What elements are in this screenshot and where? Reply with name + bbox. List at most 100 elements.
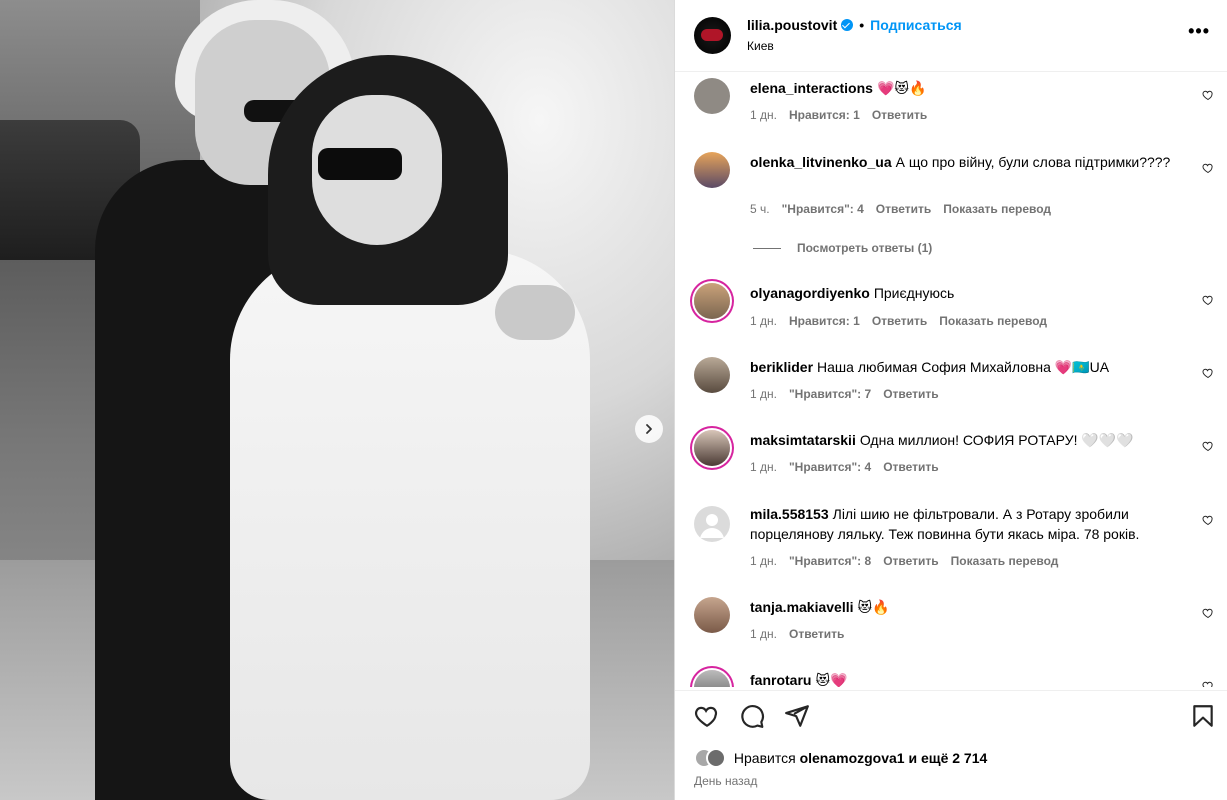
- like-icon[interactable]: [1202, 89, 1214, 101]
- save-icon[interactable]: [1190, 703, 1216, 729]
- post-photo: [0, 0, 674, 800]
- comment-text: Одна миллион! СОФИЯ РОТАРУ! 🤍🤍🤍: [859, 432, 1134, 448]
- author-username[interactable]: lilia.poustovit: [747, 17, 837, 33]
- reply-button[interactable]: Ответить: [883, 460, 938, 474]
- comment-time: 1 дн.: [750, 108, 777, 122]
- avatar[interactable]: [694, 597, 730, 633]
- reply-button[interactable]: Ответить: [883, 387, 938, 401]
- author-line: lilia.poustovit • Подписаться: [747, 17, 962, 33]
- comment-time: 5 ч.: [750, 202, 770, 216]
- post-side-panel: lilia.poustovit • Подписаться Киев ••• ele…: [674, 0, 1227, 800]
- translate-button[interactable]: Показать перевод: [943, 202, 1051, 216]
- comment-meta: 1 дн. "Нравится": 4 Ответить: [750, 460, 951, 474]
- comment-text-line: fanrotaru 😻💗: [750, 670, 1180, 687]
- translate-button[interactable]: Показать перевод: [939, 314, 1047, 328]
- avatar[interactable]: [694, 430, 730, 466]
- comment-text: 😻🔥: [857, 599, 890, 615]
- comment-text: 💗😻🔥: [876, 80, 927, 96]
- photo-arm: [495, 285, 575, 340]
- avatar[interactable]: [694, 78, 730, 114]
- comment-meta: 1 дн. Нравится: 1 Ответить Показать перевод: [750, 314, 1059, 328]
- like-icon[interactable]: [1202, 514, 1214, 526]
- comment-username[interactable]: olyanagordiyenko: [750, 285, 870, 301]
- reply-button[interactable]: Ответить: [789, 627, 844, 641]
- like-icon[interactable]: [1202, 440, 1214, 452]
- like-icon[interactable]: [1202, 607, 1214, 619]
- subscribe-button[interactable]: Подписаться: [870, 17, 962, 33]
- separator-dot: •: [859, 17, 865, 33]
- comment-likes[interactable]: "Нравится": 8: [789, 554, 871, 568]
- comment-time: 1 дн.: [750, 460, 777, 474]
- like-icon[interactable]: [694, 703, 720, 729]
- post-date: День назад: [694, 774, 758, 788]
- more-options-button[interactable]: •••: [1188, 22, 1210, 40]
- comment-likes[interactable]: Нравится: 1: [789, 108, 860, 122]
- comment-likes[interactable]: Нравится: 1: [789, 314, 860, 328]
- comment-meta: 1 дн. "Нравится": 8 Ответить Показать перев…: [750, 554, 1070, 568]
- comment-username[interactable]: elena_interactions: [750, 80, 873, 96]
- next-arrow-icon: [646, 424, 652, 434]
- view-replies-button[interactable]: Посмотреть ответы (1): [753, 241, 932, 255]
- comment-text: Приєднуюсь: [873, 285, 955, 301]
- likes-count[interactable]: и ещё 2 714: [908, 750, 987, 766]
- comment-text: 😻💗: [815, 672, 848, 687]
- comment-likes[interactable]: "Нравится": 4: [789, 460, 871, 474]
- likes-text: Нравится olenamozgova1 и ещё 2 714: [734, 750, 987, 766]
- likes-summary: Нравится olenamozgova1 и ещё 2 714: [694, 748, 987, 770]
- photo-sunglasses-right: [318, 148, 402, 180]
- comment-text-line: mila.558153 Лілі шию не фільтровали. А з …: [750, 504, 1180, 544]
- comment-text-line: olyanagordiyenko Приєднуюсь: [750, 283, 1180, 303]
- comment-username[interactable]: maksimtatarskii: [750, 432, 856, 448]
- post-location[interactable]: Киев: [747, 39, 774, 53]
- comment-username[interactable]: mila.558153: [750, 506, 829, 522]
- author-avatar[interactable]: [694, 17, 731, 54]
- comment-meta: 1 дн. Нравится: 1 Ответить: [750, 108, 939, 122]
- post-actions-bar: [675, 690, 1227, 740]
- comments-list[interactable]: elena_interactions 💗😻🔥 1 дн. Нравится: 1 От…: [675, 73, 1227, 687]
- comment-username[interactable]: olenka_litvinenko_ua: [750, 154, 892, 170]
- avatar[interactable]: [694, 283, 730, 319]
- reply-button[interactable]: Ответить: [872, 108, 927, 122]
- like-icon[interactable]: [1202, 294, 1214, 306]
- likes-prefix: Нравится: [733, 750, 796, 766]
- avatar[interactable]: [694, 152, 730, 188]
- comment-icon[interactable]: [739, 703, 765, 729]
- view-replies-label: Посмотреть ответы (1): [797, 241, 933, 255]
- translate-button[interactable]: Показать перевод: [951, 554, 1059, 568]
- comment-meta: 5 ч. "Нравится": 4 Ответить Показать перево…: [750, 202, 1063, 216]
- comment-text-line: olenka_litvinenko_ua А що про війну, були…: [750, 152, 1180, 172]
- reply-button[interactable]: Ответить: [876, 202, 931, 216]
- avatar[interactable]: [694, 506, 730, 542]
- comment-time: 1 дн.: [750, 387, 777, 401]
- comment-username[interactable]: tanja.makiavelli: [750, 599, 854, 615]
- comment-text-line: elena_interactions 💗😻🔥: [750, 78, 1180, 98]
- comment-likes[interactable]: "Нравится": 7: [789, 387, 871, 401]
- like-icon[interactable]: [1202, 680, 1214, 687]
- comment-text-line: beriklider Наша любимая София Михайловна …: [750, 357, 1180, 377]
- verified-icon: [841, 19, 854, 31]
- comment-meta: 1 дн. "Нравится": 7 Ответить: [750, 387, 951, 401]
- replies-line: [753, 248, 781, 250]
- next-photo-button[interactable]: [635, 415, 663, 443]
- post-header: lilia.poustovit • Подписаться Киев •••: [675, 0, 1227, 72]
- comment-text-line: maksimtatarskii Одна миллион! СОФИЯ РОТАР…: [750, 430, 1180, 450]
- liker-avatar: [706, 748, 726, 768]
- like-icon[interactable]: [1202, 162, 1214, 174]
- comment-time: 1 дн.: [750, 314, 777, 328]
- reply-button[interactable]: Ответить: [872, 314, 927, 328]
- comment-meta: 1 дн. Ответить: [750, 627, 856, 641]
- comment-time: 1 дн.: [750, 554, 777, 568]
- comment-likes[interactable]: "Нравится": 4: [782, 202, 864, 216]
- default-avatar-icon: [700, 514, 724, 538]
- comment-text: Наша любимая София Михайловна 💗🇰🇿UA: [817, 359, 1110, 375]
- share-icon[interactable]: [784, 703, 810, 729]
- comment-username[interactable]: fanrotaru: [750, 672, 811, 687]
- avatar[interactable]: [694, 357, 730, 393]
- like-icon[interactable]: [1202, 367, 1214, 379]
- comment-username[interactable]: beriklider: [750, 359, 813, 375]
- liker-username[interactable]: olenamozgova1: [800, 750, 905, 766]
- avatar[interactable]: [694, 670, 730, 687]
- comment-time: 1 дн.: [750, 627, 777, 641]
- reply-button[interactable]: Ответить: [883, 554, 938, 568]
- comment-text-line: tanja.makiavelli 😻🔥: [750, 597, 1180, 617]
